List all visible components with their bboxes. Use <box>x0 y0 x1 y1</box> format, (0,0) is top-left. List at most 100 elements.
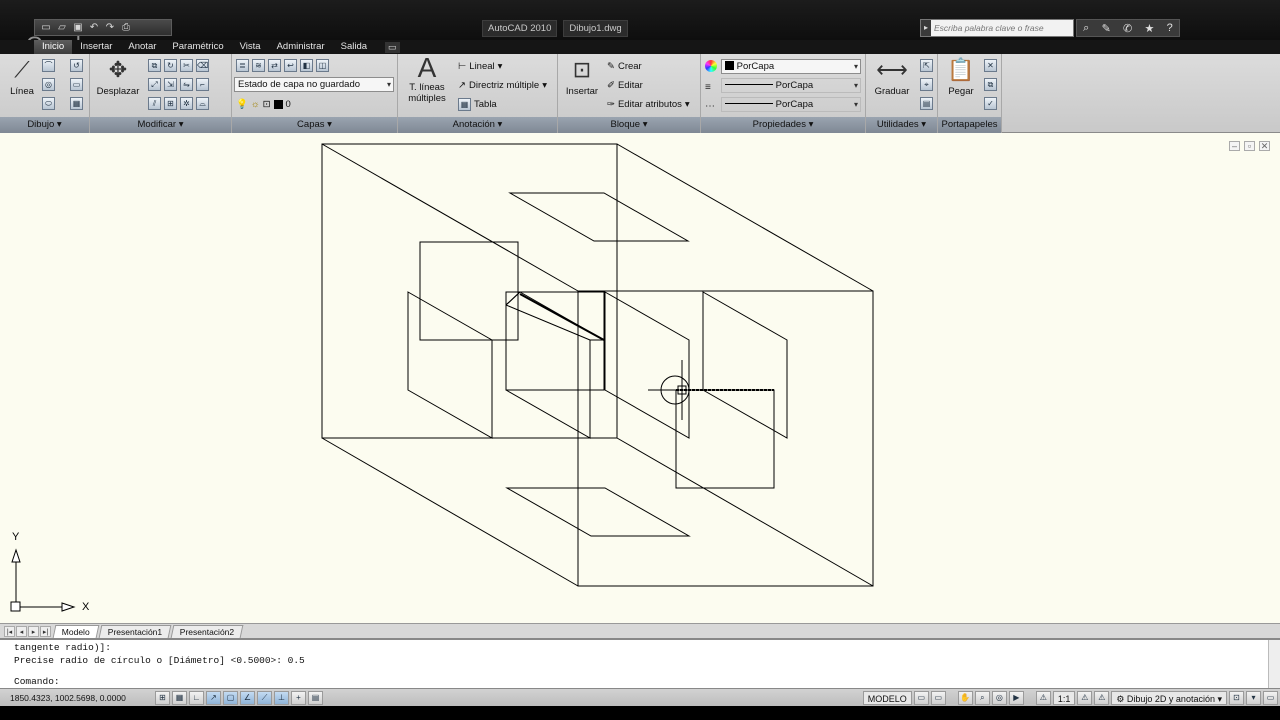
quick-select-icon[interactable]: ⇱ <box>920 59 933 72</box>
ribbon-minimize-icon[interactable]: ▭ <box>385 41 400 53</box>
circle-button[interactable]: ◎ <box>42 77 55 91</box>
layer-properties-icon[interactable]: ≣ <box>236 58 249 72</box>
model-space-toggle[interactable]: MODELO <box>862 690 912 705</box>
arc-button[interactable]: ↺ <box>70 58 83 72</box>
tab-vista[interactable]: Vista <box>232 40 269 54</box>
lineweight-toggle-icon[interactable]: ▤ <box>308 690 323 705</box>
move-button[interactable]: ✥ Desplazar <box>94 58 142 98</box>
drawing-canvas[interactable] <box>0 133 1280 623</box>
quick-view-drawings-icon[interactable]: ▭ <box>930 690 946 705</box>
grid-icon[interactable]: ▦ <box>172 690 187 705</box>
paste-button[interactable]: 📋 Pegar <box>942 58 980 98</box>
offset-icon[interactable]: ⫽ <box>148 96 161 110</box>
polyline-button[interactable]: ⌒ <box>42 58 55 72</box>
binoculars-icon[interactable]: ⌕ <box>1083 22 1089 35</box>
rotate-icon[interactable]: ↻ <box>164 58 177 72</box>
redo-icon[interactable]: ↷ <box>103 22 117 34</box>
communication-icon[interactable]: ✆ <box>1123 22 1132 35</box>
tab-administrar[interactable]: Administrar <box>269 40 333 54</box>
copy-icon[interactable]: ⧉ <box>148 58 161 72</box>
command-window[interactable]: tangente radio)]: Precise radio de círcu… <box>0 638 1280 688</box>
workspace-select[interactable]: ⚙ Dibujo 2D y anotación ▾ <box>1111 690 1227 705</box>
tab-modelo[interactable]: Modelo <box>52 624 100 638</box>
edit-attributes-button[interactable]: ✑ Editar atributos ▾ <box>607 97 690 111</box>
layer-match-icon[interactable]: ⇄ <box>268 58 281 72</box>
layer-state-icon[interactable]: ≋ <box>252 58 265 72</box>
panel-title-capas[interactable]: Capas ▾ <box>232 117 397 133</box>
search-input[interactable] <box>931 23 1067 33</box>
tab-salida[interactable]: Salida <box>333 40 375 54</box>
multileader-button[interactable]: ↗ Directriz múltiple ▾ <box>458 78 547 92</box>
linetype-select[interactable]: PorCapa ▾ <box>721 78 861 93</box>
zoom-icon[interactable]: ⌕ <box>974 690 990 705</box>
status-menu-icon[interactable]: ▾ <box>1246 690 1261 705</box>
panel-title-modificar[interactable]: Modificar ▾ <box>90 117 231 133</box>
help-icon[interactable]: ? <box>1167 22 1173 34</box>
layer-state-select[interactable]: Estado de capa no guardado ▾ <box>234 77 394 92</box>
auto-scale-icon[interactable]: ⚠ <box>1094 690 1110 705</box>
drawing-area[interactable]: – ▫ ✕ Y X <box>0 133 1280 623</box>
command-scrollbar[interactable] <box>1268 640 1280 688</box>
tab-insertar[interactable]: Insertar <box>72 40 120 54</box>
scale-icon[interactable]: ⤢ <box>148 77 161 91</box>
showmotion-icon[interactable]: ▶ <box>1008 690 1024 705</box>
3d-osnap-icon[interactable]: ∠ <box>240 690 255 705</box>
panel-title-bloque[interactable]: Bloque ▾ <box>558 117 700 133</box>
new-icon[interactable]: ▭ <box>39 22 53 34</box>
rectangle-button[interactable]: ▭ <box>70 77 83 91</box>
linear-dim-button[interactable]: ⊢ Lineal ▾ <box>458 59 502 73</box>
coordinate-readout[interactable]: 1850.4323, 1002.5698, 0.0000 <box>0 693 155 703</box>
open-icon[interactable]: ▱ <box>55 22 69 34</box>
save-icon[interactable]: ▣ <box>71 22 85 34</box>
lock-ui-icon[interactable]: ⊡ <box>1229 690 1244 705</box>
current-layer-row[interactable]: 💡 ☼ ⊡ 0 <box>236 97 291 111</box>
fillet-icon[interactable]: ⌐ <box>196 77 209 91</box>
color-wheel-icon[interactable] <box>705 60 717 72</box>
pan-icon[interactable]: ✋ <box>957 690 973 705</box>
tab-presentacion2[interactable]: Presentación2 <box>170 624 244 638</box>
tab-presentacion1[interactable]: Presentación1 <box>98 624 172 638</box>
ellipse-button[interactable]: ⬭ <box>42 96 55 110</box>
table-button[interactable]: ▦ Tabla <box>458 97 497 111</box>
annotation-scale-select[interactable]: 1:1 <box>1052 690 1076 705</box>
tab-parametrico[interactable]: Paramétrico <box>164 40 231 54</box>
copy-clip-icon[interactable]: ⧉ <box>984 78 997 91</box>
layer-off-icon[interactable]: ◫ <box>316 58 329 72</box>
linetype-icon[interactable]: ≡ <box>705 82 711 93</box>
print-icon[interactable]: ⎙ <box>119 22 133 34</box>
calculator-icon[interactable]: ▤ <box>920 97 933 110</box>
next-tab-icon[interactable]: ▸ <box>28 625 39 637</box>
dyn-icon[interactable]: + <box>291 690 306 705</box>
search-expand-icon[interactable]: ▸ <box>921 20 931 36</box>
undo-icon[interactable]: ↶ <box>87 22 101 34</box>
snap-icon[interactable]: ⊞ <box>155 690 170 705</box>
chamfer-icon[interactable]: ⌓ <box>196 96 209 110</box>
favorites-icon[interactable]: ★ <box>1145 22 1155 35</box>
quick-view-layouts-icon[interactable]: ▭ <box>913 690 929 705</box>
steering-wheel-icon[interactable]: ◎ <box>991 690 1007 705</box>
hatch-button[interactable]: ▦ <box>70 96 83 110</box>
tab-inicio[interactable]: Inicio <box>34 40 73 54</box>
panel-title-propiedades[interactable]: Propiedades ▾ <box>701 117 865 133</box>
layer-isolate-icon[interactable]: ◧ <box>300 58 313 72</box>
color-select[interactable]: PorCapa ▾ <box>721 59 861 74</box>
trim-icon[interactable]: ✂ <box>180 58 193 72</box>
command-prompt[interactable]: Comando: <box>14 676 60 687</box>
lineweight-select[interactable]: PorCapa ▾ <box>721 97 861 112</box>
match-properties-icon[interactable]: ✓ <box>984 97 997 110</box>
annotation-visibility-icon[interactable]: ⚠ <box>1077 690 1093 705</box>
panel-title-anotacion[interactable]: Anotación ▾ <box>398 117 557 133</box>
array-icon[interactable]: ⊞ <box>164 96 177 110</box>
panel-title-dibujo[interactable]: Dibujo ▾ <box>0 117 89 133</box>
polar-icon[interactable]: ↗ <box>206 690 221 705</box>
insert-button[interactable]: ⊡ Insertar <box>562 58 602 98</box>
lineweight-icon[interactable]: ⋯ <box>705 101 715 112</box>
otrack-icon[interactable]: ⟋ <box>257 690 272 705</box>
id-point-icon[interactable]: ⌖ <box>920 78 933 91</box>
measure-button[interactable]: ⟷ Graduar <box>872 58 912 98</box>
edit-block-button[interactable]: ✐ Editar <box>607 78 643 92</box>
osnap-icon[interactable]: ▢ <box>223 690 238 705</box>
ortho-icon[interactable]: ∟ <box>189 690 204 705</box>
prev-tab-icon[interactable]: ◂ <box>16 625 27 637</box>
panel-title-portapapeles[interactable]: Portapapeles <box>938 117 1001 133</box>
